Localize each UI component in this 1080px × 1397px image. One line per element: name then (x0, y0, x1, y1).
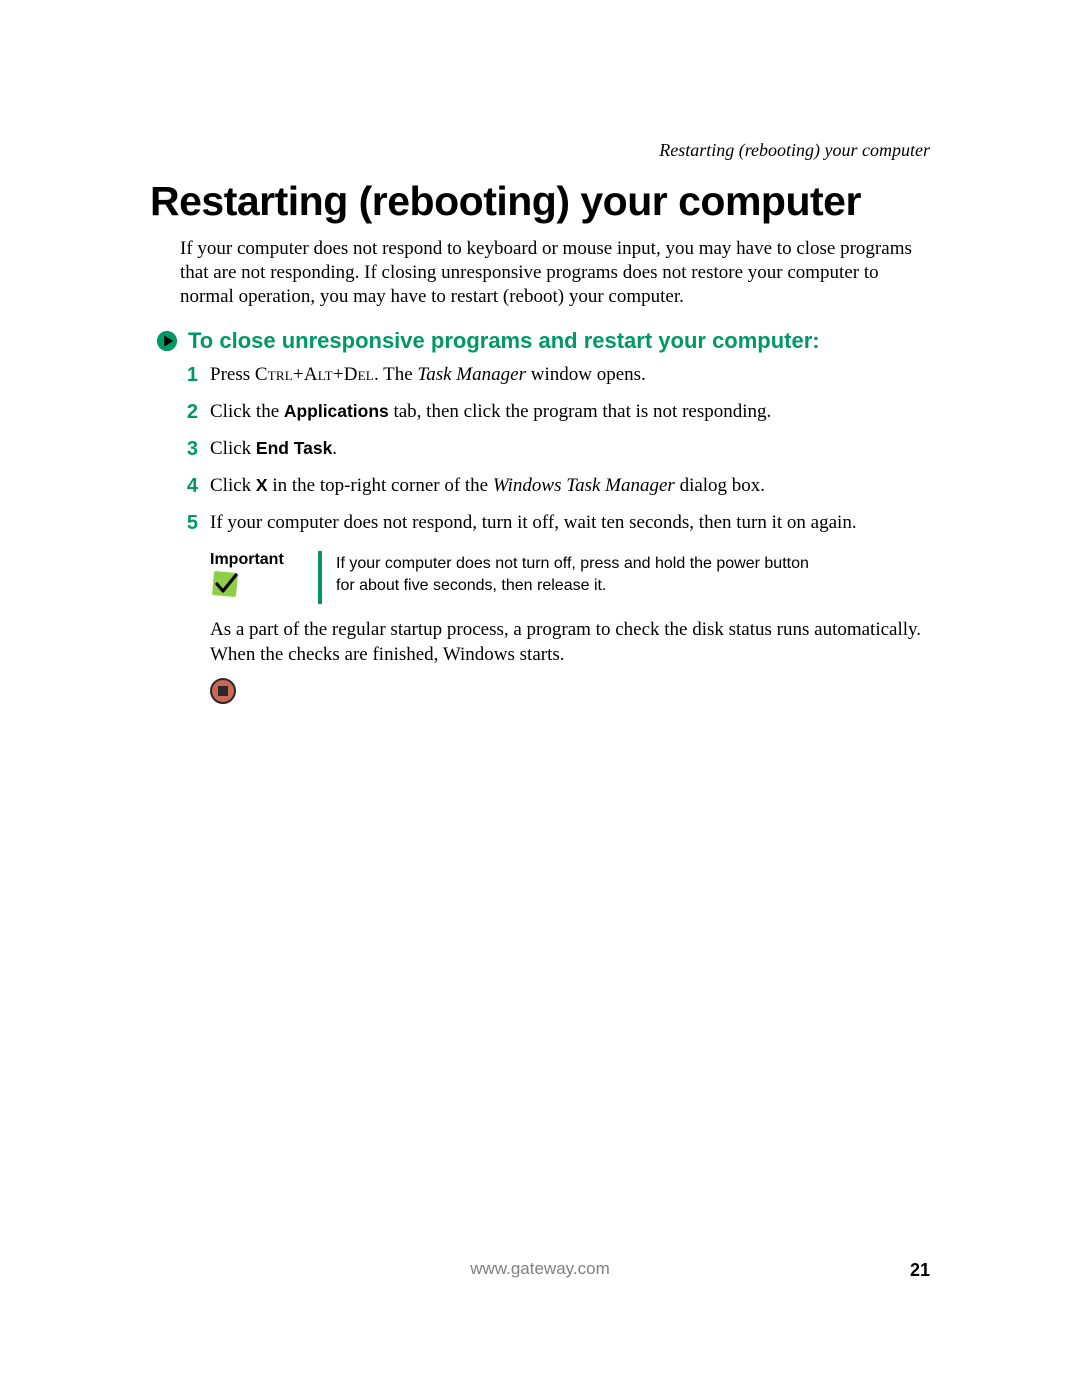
check-icon (210, 586, 240, 603)
important-note: Important If your computer does not turn… (210, 551, 930, 604)
manual-page: Restarting (rebooting) your computer Res… (0, 0, 1080, 1397)
step-number: 4 (180, 473, 198, 500)
step-item: 4 Click X in the top-right corner of the… (180, 473, 930, 500)
step-item: 3 Click End Task. (180, 436, 930, 463)
window-name: Task Manager (417, 364, 526, 385)
keystroke: Ctrl+Alt+Del (255, 364, 374, 385)
intro-paragraph: If your computer does not respond to key… (180, 237, 930, 308)
step-text: If your computer does not respond, turn … (210, 510, 930, 536)
section-heading: To close unresponsive programs and resta… (188, 328, 820, 354)
page-number: 21 (910, 1260, 930, 1281)
stop-icon (210, 691, 236, 708)
step-item: 1 Press Ctrl+Alt+Del. The Task Manager w… (180, 362, 930, 389)
close-x: X (256, 475, 268, 495)
step-number: 1 (180, 362, 198, 389)
step-text: Click X in the top-right corner of the W… (210, 473, 930, 499)
step-item: 2 Click the Applications tab, then click… (180, 399, 930, 426)
note-label-col: Important (210, 551, 318, 604)
note-label: Important (210, 551, 308, 569)
closing-paragraph: As a part of the regular startup process… (210, 618, 930, 667)
step-item: 5 If your computer does not respond, tur… (180, 510, 930, 537)
step-number: 3 (180, 436, 198, 463)
step-list: 1 Press Ctrl+Alt+Del. The Task Manager w… (180, 362, 930, 537)
running-header: Restarting (rebooting) your computer (659, 140, 930, 161)
step-text: Press Ctrl+Alt+Del. The Task Manager win… (210, 362, 930, 388)
end-marker-row (210, 678, 930, 709)
window-name: Windows Task Manager (493, 475, 675, 496)
ui-tab-name: Applications (284, 401, 389, 421)
note-text: If your computer does not turn off, pres… (322, 551, 816, 604)
step-number: 2 (180, 399, 198, 426)
section-heading-row: To close unresponsive programs and resta… (156, 328, 930, 354)
page-title: Restarting (rebooting) your computer (150, 180, 930, 223)
play-icon (156, 330, 178, 352)
step-number: 5 (180, 510, 198, 537)
step-text: Click the Applications tab, then click t… (210, 399, 930, 425)
step-text: Click End Task. (210, 436, 930, 462)
ui-button-name: End Task (256, 438, 332, 458)
